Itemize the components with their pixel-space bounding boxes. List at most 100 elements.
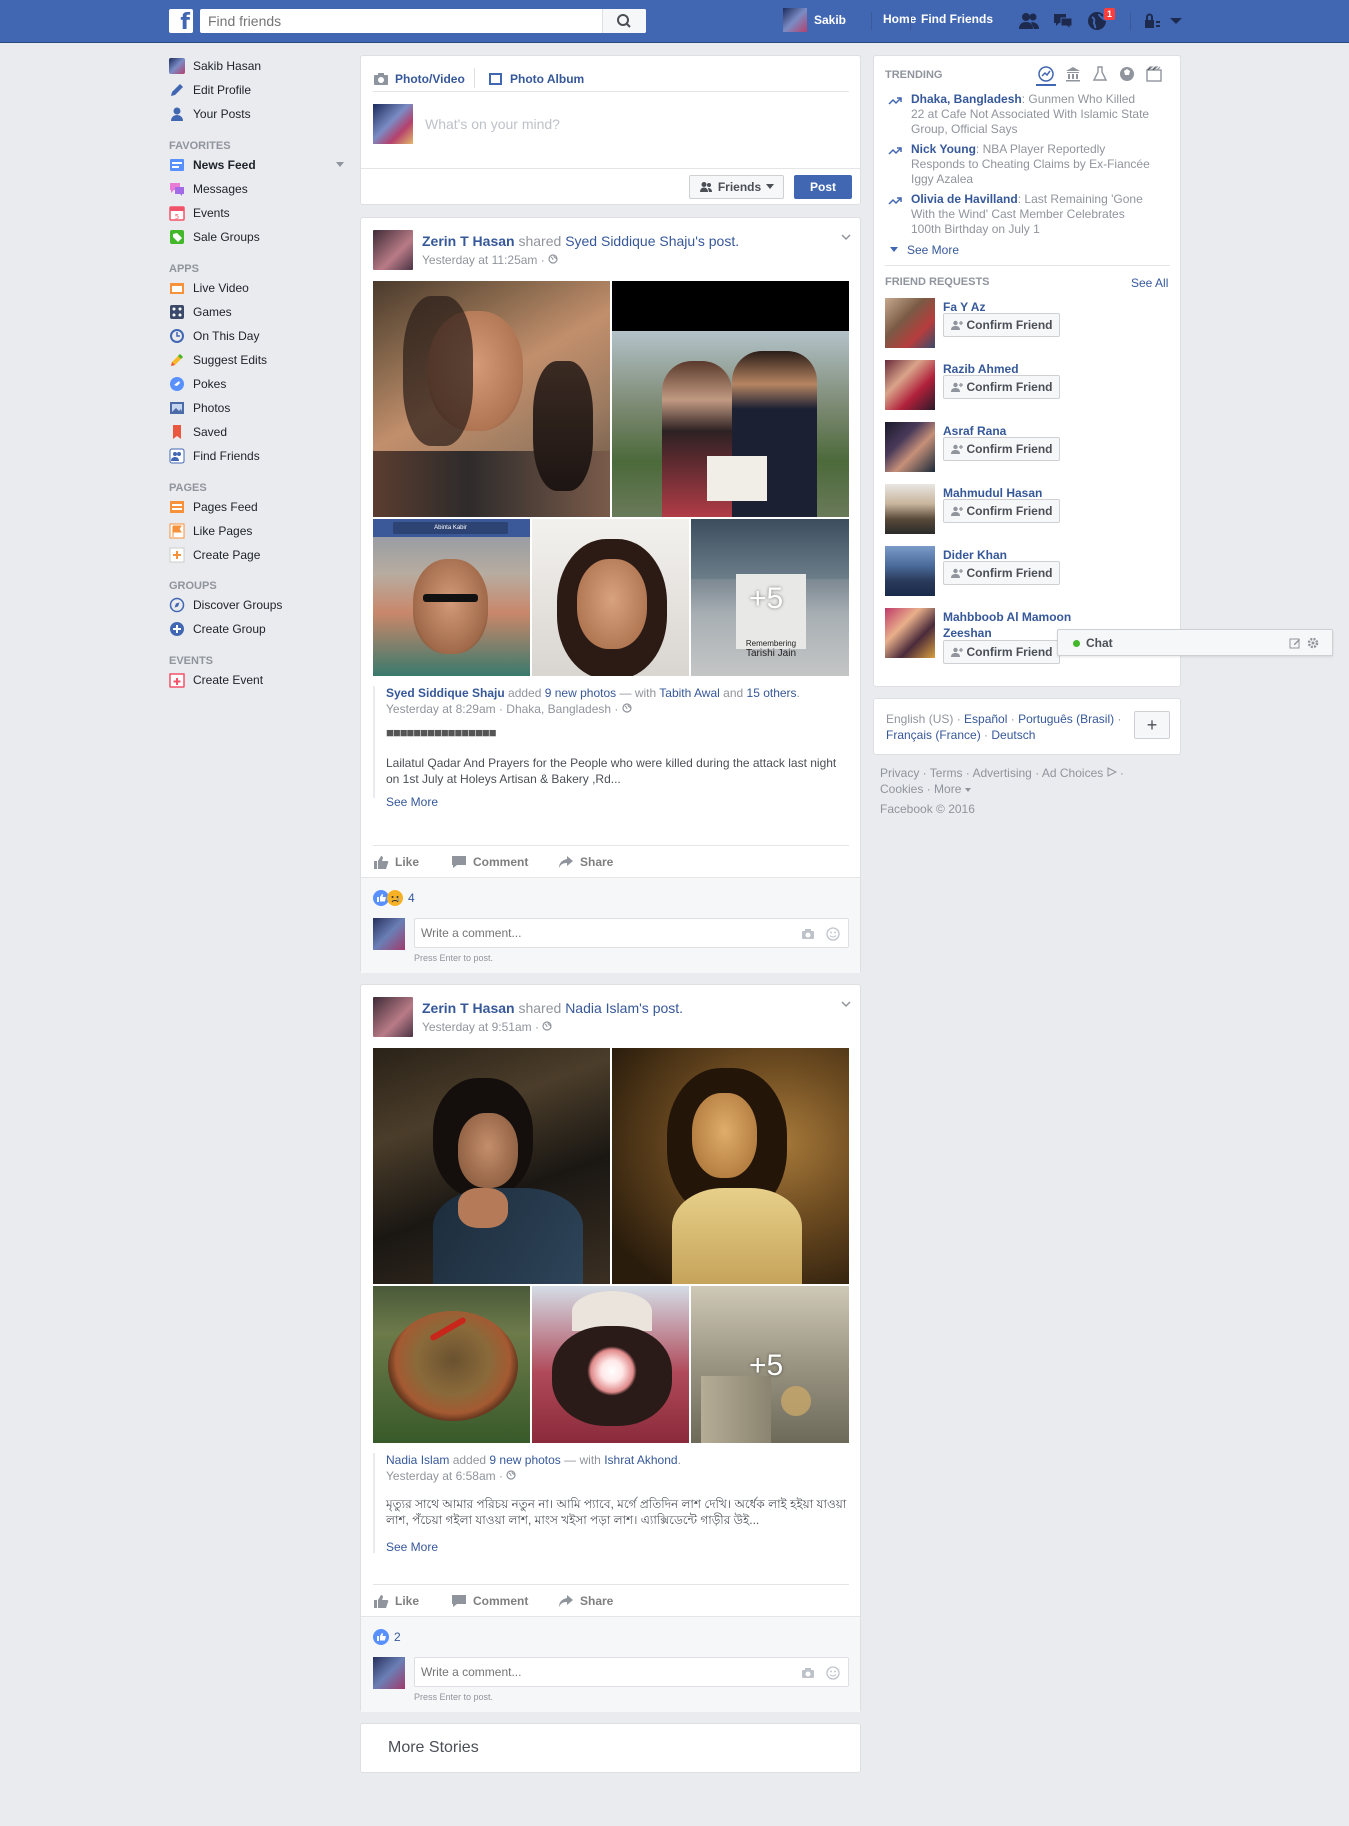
post-photo[interactable] — [612, 281, 849, 517]
sidebar-item-sale-groups[interactable]: Sale Groups — [169, 227, 260, 247]
post-photo[interactable] — [612, 1048, 849, 1284]
science-tab-icon[interactable] — [1091, 65, 1109, 83]
see-more-link[interactable]: See More — [386, 1540, 438, 1554]
sidebar-item-create-page[interactable]: Create Page — [169, 545, 260, 565]
chevron-down-icon[interactable] — [841, 1001, 851, 1008]
tagged-person-link[interactable]: Ishrat Akhond — [604, 1453, 677, 1467]
post-link[interactable]: post. — [653, 1000, 683, 1016]
see-all-link[interactable]: See All — [1131, 276, 1168, 290]
gear-icon[interactable] — [1307, 637, 1319, 649]
friend-requests-icon[interactable] — [1018, 11, 1040, 31]
privacy-shortcuts-icon[interactable] — [1143, 11, 1165, 31]
post-photo[interactable] — [373, 1286, 530, 1443]
confirm-friend-button[interactable]: Confirm Friend — [943, 640, 1060, 664]
sidebar-item-suggest-edits[interactable]: Suggest Edits — [169, 350, 267, 370]
new-photos-link[interactable]: 9 new photos — [545, 686, 616, 700]
tab-photo-album[interactable]: Photo Album — [488, 72, 584, 86]
post-timestamp[interactable]: Yesterday at 9:51am · — [422, 1020, 552, 1034]
footer-link[interactable]: More — [934, 782, 961, 796]
status-input[interactable]: What's on your mind? — [425, 116, 560, 132]
sidebar-item-profile[interactable]: Sakib Hasan — [169, 56, 261, 76]
new-photos-link[interactable]: 9 new photos — [489, 1453, 560, 1467]
sidebar-item-find-friends[interactable]: Find Friends — [169, 446, 260, 466]
inner-author-link[interactable]: Nadia Islam — [386, 1453, 449, 1467]
reactions-summary[interactable]: 4 — [373, 890, 415, 906]
friend-request-photo[interactable] — [885, 360, 935, 410]
comment-button[interactable]: Comment — [451, 1594, 528, 1608]
language-link[interactable]: Français (France) — [886, 728, 981, 742]
sidebar-item-live-video[interactable]: Live Video — [169, 278, 249, 298]
avatar[interactable] — [373, 997, 413, 1037]
post-photo[interactable]: +5 — [691, 1286, 849, 1443]
sidebar-item-games[interactable]: Games — [169, 302, 232, 322]
post-photo[interactable] — [532, 519, 689, 676]
emoji-icon[interactable] — [826, 927, 840, 941]
post-photo[interactable] — [373, 281, 610, 517]
see-more-link[interactable]: See More — [386, 795, 438, 809]
tab-photo-video[interactable]: Photo/Video — [373, 72, 465, 86]
like-button[interactable]: Like — [373, 1594, 419, 1608]
others-link[interactable]: 15 others — [747, 686, 797, 700]
home-link[interactable]: Home — [883, 12, 916, 26]
friend-request-photo[interactable] — [885, 608, 935, 658]
sidebar-item-photos[interactable]: Photos — [169, 398, 230, 418]
sidebar-item-like-pages[interactable]: Like Pages — [169, 521, 252, 541]
entertainment-tab-icon[interactable] — [1145, 65, 1163, 83]
friend-request-photo[interactable] — [885, 546, 935, 596]
shared-from-link[interactable]: Nadia Islam — [565, 1000, 639, 1016]
shared-from-link[interactable]: Syed Siddique Shaju — [565, 233, 695, 249]
post-button[interactable]: Post — [794, 175, 852, 199]
post-photo[interactable]: Abinta Kabir — [373, 519, 530, 676]
post-photo[interactable]: +5 Remembering Tarishi Jain — [691, 519, 849, 676]
trending-item[interactable]: Olivia de Havilland: Last Remaining 'Gon… — [911, 192, 1151, 237]
tagged-person-link[interactable]: Tabith Awal — [659, 686, 720, 700]
chevron-down-icon[interactable] — [841, 234, 851, 241]
footer-link[interactable]: Ad Choices — [1042, 766, 1103, 780]
camera-icon[interactable] — [801, 928, 815, 940]
sidebar-item-saved[interactable]: Saved — [169, 422, 227, 442]
compose-icon[interactable] — [1289, 637, 1301, 649]
sidebar-item-pokes[interactable]: Pokes — [169, 374, 226, 394]
trending-see-more[interactable]: See More — [890, 243, 959, 257]
more-stories-button[interactable]: More Stories — [360, 1723, 861, 1773]
audience-selector[interactable]: Friends — [689, 175, 784, 199]
confirm-friend-button[interactable]: Confirm Friend — [943, 313, 1060, 337]
chevron-down-icon[interactable] — [336, 162, 344, 168]
friend-request-photo[interactable] — [885, 298, 935, 348]
messages-icon[interactable] — [1052, 11, 1074, 31]
confirm-friend-button[interactable]: Confirm Friend — [943, 437, 1060, 461]
confirm-friend-button[interactable]: Confirm Friend — [943, 375, 1060, 399]
confirm-friend-button[interactable]: Confirm Friend — [943, 499, 1060, 523]
footer-link[interactable]: Privacy — [880, 766, 919, 780]
reactions-summary[interactable]: 2 — [373, 1629, 401, 1645]
trending-item[interactable]: Dhaka, Bangladesh: Gunmen Who Killed 22 … — [911, 92, 1151, 137]
shared-post-time[interactable]: Yesterday at 8:29am · Dhaka, Bangladesh … — [386, 702, 632, 716]
friend-request-photo[interactable] — [885, 484, 935, 534]
emoji-icon[interactable] — [826, 1666, 840, 1680]
sidebar-item-discover-groups[interactable]: Discover Groups — [169, 595, 282, 615]
sidebar-item-on-this-day[interactable]: On This Day — [169, 326, 259, 346]
search-input[interactable] — [200, 9, 600, 33]
language-link[interactable]: Deutsch — [991, 728, 1035, 742]
comment-field[interactable] — [414, 918, 849, 948]
add-language-button[interactable]: + — [1134, 711, 1170, 739]
sidebar-item-news-feed[interactable]: News Feed — [169, 155, 344, 175]
confirm-friend-button[interactable]: Confirm Friend — [943, 561, 1060, 585]
language-link[interactable]: Português (Brasil) — [1018, 712, 1114, 726]
sidebar-item-create-group[interactable]: Create Group — [169, 619, 266, 639]
footer-link[interactable]: Advertising — [972, 766, 1031, 780]
comment-input[interactable] — [415, 1658, 848, 1686]
chevron-down-icon[interactable] — [1166, 11, 1188, 31]
sidebar-item-create-event[interactable]: Create Event — [169, 670, 263, 690]
trending-tab-icon[interactable] — [1037, 65, 1055, 83]
post-link[interactable]: post. — [709, 233, 739, 249]
footer-link[interactable]: Terms — [930, 766, 963, 780]
trending-item[interactable]: Nick Young: NBA Player Reportedly Respon… — [911, 142, 1151, 187]
camera-icon[interactable] — [801, 1667, 815, 1679]
sidebar-item-messages[interactable]: Messages — [169, 179, 248, 199]
politics-tab-icon[interactable] — [1064, 65, 1082, 83]
comment-input[interactable] — [415, 919, 848, 947]
sidebar-item-your-posts[interactable]: Your Posts — [169, 104, 251, 124]
author-link[interactable]: Zerin T Hasan — [422, 233, 515, 249]
post-timestamp[interactable]: Yesterday at 11:25am · — [422, 253, 558, 267]
